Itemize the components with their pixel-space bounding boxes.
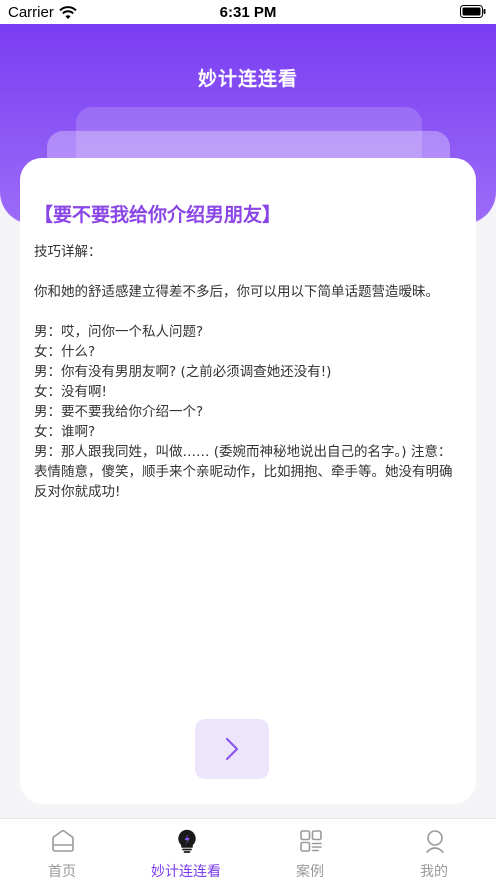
tab-profile[interactable]: 我的 [372,819,496,883]
bulb-icon [178,829,196,853]
tab-tips[interactable]: 妙计连连看 [124,819,248,883]
tip-paragraph: 技巧详解： [34,244,102,260]
tip-paragraph: 女：没有啊! [34,384,107,400]
status-time: 6:31 PM [219,4,277,21]
tab-cases[interactable]: 案例 [248,819,372,883]
next-button[interactable] [195,719,269,779]
status-bar: Carrier 6:31 PM [0,0,496,24]
battery-icon [460,5,486,22]
tab-home[interactable]: 首页 [0,819,124,883]
tip-paragraph: 男：哎，问你一个私人问题? [34,324,204,340]
chevron-right-icon [225,737,239,761]
tip-paragraph: 女：谁啊? [34,424,96,440]
tab-label: 我的 [420,864,448,880]
tip-card: 【要不要我给你介绍男朋友】 技巧详解： 你和她的舒适感建立得差不多后，你可以用以下… [20,158,476,804]
tip-paragraph: 男：那人跟我同姓，叫做…… (委婉而神秘地说出自己的名字。) 注意：表情随意，傻… [34,444,453,500]
tip-title: 【要不要我给你介绍男朋友】 [34,204,282,226]
tip-paragraph: 女：什么? [34,344,96,360]
tab-label: 妙计连连看 [151,864,221,880]
page-title: 妙计连连看 [197,68,298,90]
tab-label: 首页 [48,864,76,880]
home-icon [52,829,74,852]
tip-content: 技巧详解： 你和她的舒适感建立得差不多后，你可以用以下简单话题营造暧昧。 男：哎，问… [34,242,464,502]
tip-paragraph: 你和她的舒适感建立得差不多后，你可以用以下简单话题营造暧昧。 [34,284,439,300]
cases-icon [300,830,322,852]
tab-bar: 首页 妙计连连看 案例 我的 [0,818,496,883]
tip-paragraph: 男：要不要我给你介绍一个? [34,404,204,420]
profile-icon [426,830,444,853]
tip-paragraph: 男：你有没有男朋友啊? (之前必须调查她还没有!) [34,364,332,380]
tab-label: 案例 [296,864,324,880]
